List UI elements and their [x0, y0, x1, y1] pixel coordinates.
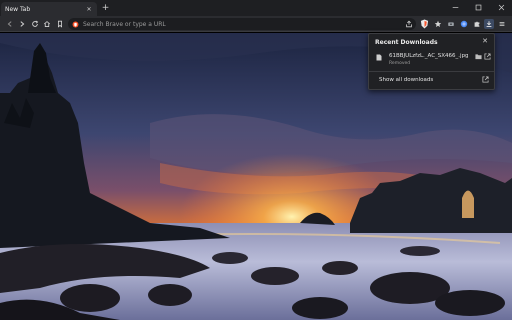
- back-arrow-icon: [7, 21, 12, 27]
- extensions-button[interactable]: [472, 19, 482, 29]
- close-icon: [498, 4, 504, 10]
- popup-divider: [369, 71, 494, 72]
- tab-strip: New Tab ✕ +: [0, 0, 512, 16]
- download-icon: [486, 21, 492, 27]
- bookmark-icon: [58, 20, 62, 28]
- omnibox[interactable]: [68, 18, 416, 30]
- forward-button[interactable]: [17, 19, 27, 29]
- maximize-icon: [475, 4, 481, 10]
- forward-arrow-icon: [20, 21, 25, 27]
- toolbar: [0, 16, 512, 32]
- minimize-button[interactable]: [444, 0, 466, 14]
- tab-close-button[interactable]: ✕: [85, 6, 93, 13]
- bookmark-button[interactable]: [55, 19, 65, 29]
- star-icon: [434, 20, 442, 28]
- close-window-button[interactable]: [490, 0, 512, 14]
- download-status: Removed: [389, 61, 411, 66]
- brave-search-icon: [72, 21, 79, 27]
- home-icon: [43, 21, 51, 27]
- open-external-icon[interactable]: [482, 76, 489, 83]
- reload-button[interactable]: [30, 19, 40, 29]
- back-button[interactable]: [5, 19, 15, 29]
- maximize-button[interactable]: [467, 0, 489, 14]
- vpn-icon: [448, 22, 454, 26]
- brave-shield-icon[interactable]: [420, 19, 429, 29]
- wallet-icon: [460, 20, 468, 28]
- popup-close-button[interactable]: ✕: [482, 38, 488, 45]
- wallet-button[interactable]: [459, 19, 469, 29]
- file-icon: [376, 54, 382, 61]
- folder-icon[interactable]: [475, 53, 482, 60]
- home-button[interactable]: [42, 19, 52, 29]
- share-icon: [405, 20, 412, 28]
- menu-button[interactable]: [497, 19, 507, 29]
- address-input[interactable]: [83, 19, 404, 29]
- vpn-button[interactable]: [446, 19, 456, 29]
- reload-icon: [32, 20, 39, 27]
- downloads-button[interactable]: [484, 19, 494, 29]
- download-item[interactable]: 61BBJULzfzL._AC_SX466_.jpg Removed: [373, 51, 492, 69]
- new-tab-button[interactable]: +: [100, 3, 111, 14]
- tab-title: New Tab: [5, 5, 31, 13]
- star-button[interactable]: [433, 19, 443, 29]
- popup-title: Recent Downloads: [375, 39, 438, 46]
- tab-new-tab[interactable]: New Tab ✕: [1, 2, 97, 16]
- puzzle-icon: [474, 21, 480, 27]
- recent-downloads-popup: Recent Downloads ✕ 61BBJULzfzL._AC_SX466…: [368, 33, 495, 90]
- hamburger-menu-icon: [499, 22, 505, 26]
- open-external-icon[interactable]: [484, 53, 491, 60]
- share-button[interactable]: [404, 20, 413, 29]
- show-all-downloads-link[interactable]: Show all downloads: [379, 77, 433, 83]
- minimize-icon: [452, 6, 458, 8]
- download-filename: 61BBJULzfzL._AC_SX466_.jpg: [389, 53, 469, 59]
